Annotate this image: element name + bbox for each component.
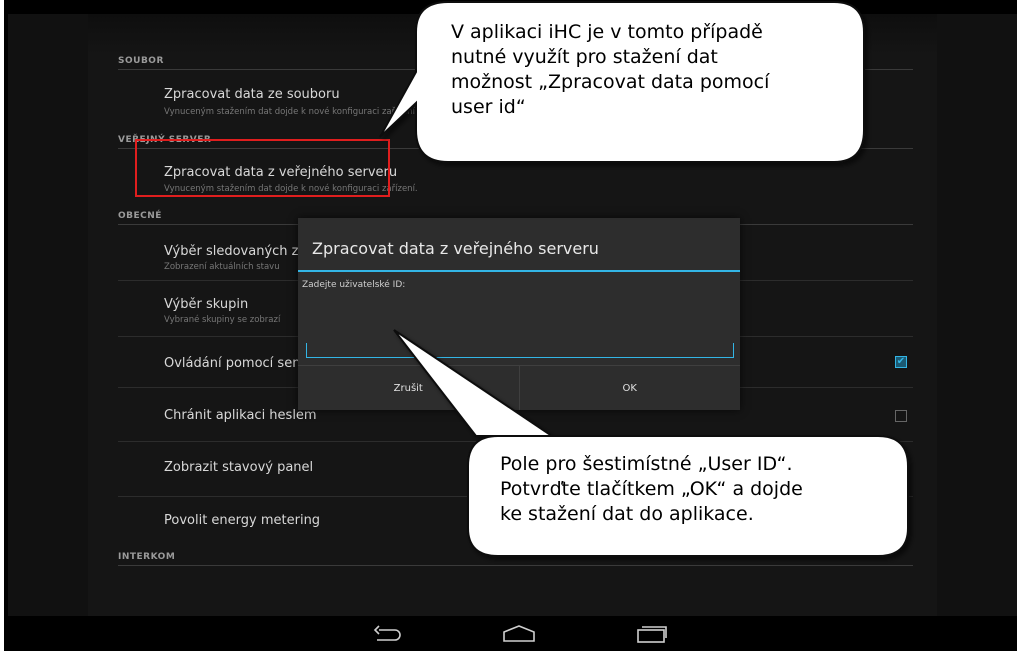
bottom-callout-text: Pole pro šestimístné „User ID“. Potvrďte… xyxy=(500,453,803,525)
top-callout-text: V aplikaci iHC je v tomto případě nutné … xyxy=(451,21,770,118)
